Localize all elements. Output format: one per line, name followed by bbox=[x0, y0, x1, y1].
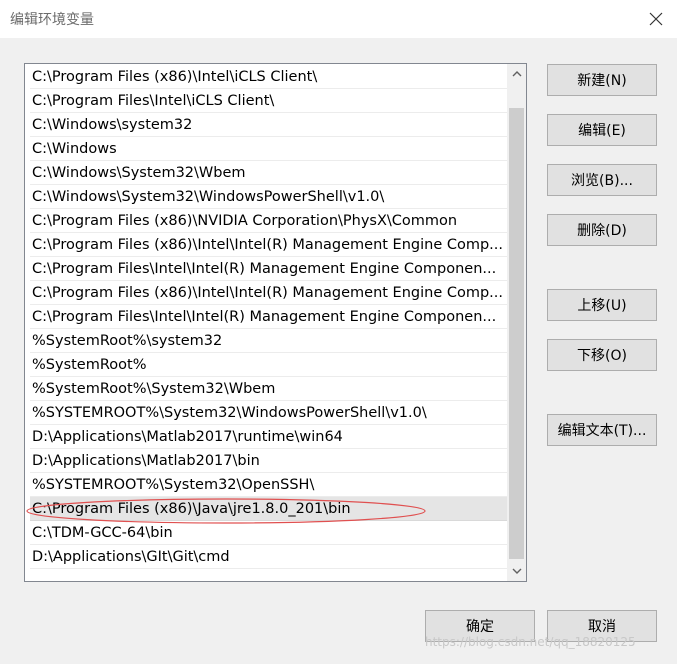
path-list-item[interactable]: %SystemRoot%\system32 bbox=[30, 329, 507, 353]
scroll-up-button[interactable] bbox=[507, 64, 526, 83]
chevron-up-icon bbox=[512, 71, 521, 77]
path-list-item[interactable]: C:\Program Files (x86)\Intel\Intel(R) Ma… bbox=[30, 233, 507, 257]
path-list-item[interactable]: C:\Program Files (x86)\NVIDIA Corporatio… bbox=[30, 209, 507, 233]
move-down-button[interactable]: 下移(O) bbox=[547, 339, 657, 371]
path-list-item[interactable]: %SYSTEMROOT%\System32\WindowsPowerShell\… bbox=[30, 401, 507, 425]
path-list-item[interactable]: C:\Program Files (x86)\Intel\iCLS Client… bbox=[30, 65, 507, 89]
watermark-text: https://blog.csdn.net/qq_18820125 bbox=[425, 635, 636, 649]
path-list-item[interactable]: C:\Windows bbox=[30, 137, 507, 161]
path-list-item[interactable]: D:\Applications\Matlab2017\bin bbox=[30, 449, 507, 473]
path-list-item[interactable]: C:\Program Files\Intel\Intel(R) Manageme… bbox=[30, 305, 507, 329]
edit-text-button[interactable]: 编辑文本(T)... bbox=[547, 414, 657, 446]
path-list-item[interactable]: D:\Applications\GIt\Git\cmd bbox=[30, 545, 507, 569]
path-list-item[interactable]: D:\Applications\Matlab2017\runtime\win64 bbox=[30, 425, 507, 449]
title-bar: 编辑环境变量 bbox=[0, 0, 677, 38]
browse-button[interactable]: 浏览(B)... bbox=[547, 164, 657, 196]
path-list: C:\Program Files (x86)\Intel\iCLS Client… bbox=[30, 65, 507, 569]
path-list-item[interactable]: C:\Program Files (x86)\Intel\Intel(R) Ma… bbox=[30, 281, 507, 305]
path-list-item[interactable]: C:\Windows\system32 bbox=[30, 113, 507, 137]
scroll-down-button[interactable] bbox=[507, 562, 526, 581]
vertical-scrollbar[interactable] bbox=[507, 64, 526, 581]
path-list-item[interactable]: C:\Program Files\Intel\iCLS Client\ bbox=[30, 89, 507, 113]
close-button[interactable] bbox=[640, 4, 672, 34]
edit-button[interactable]: 编辑(E) bbox=[547, 114, 657, 146]
path-list-item[interactable]: %SYSTEMROOT%\System32\OpenSSH\ bbox=[30, 473, 507, 497]
move-up-button[interactable]: 上移(U) bbox=[547, 289, 657, 321]
path-list-item[interactable]: C:\Program Files (x86)\Java\jre1.8.0_201… bbox=[30, 497, 507, 521]
window-title: 编辑环境变量 bbox=[10, 12, 94, 28]
path-list-item[interactable]: C:\Windows\System32\Wbem bbox=[30, 161, 507, 185]
close-icon bbox=[649, 12, 663, 26]
path-list-item[interactable]: %SystemRoot% bbox=[30, 353, 507, 377]
path-listbox[interactable]: C:\Program Files (x86)\Intel\iCLS Client… bbox=[24, 63, 527, 582]
chevron-down-icon bbox=[512, 568, 521, 574]
delete-button[interactable]: 删除(D) bbox=[547, 214, 657, 246]
path-list-item[interactable]: C:\TDM-GCC-64\bin bbox=[30, 521, 507, 545]
path-list-item[interactable]: %SystemRoot%\System32\Wbem bbox=[30, 377, 507, 401]
path-list-item[interactable]: C:\Program Files\Intel\Intel(R) Manageme… bbox=[30, 257, 507, 281]
scrollbar-thumb[interactable] bbox=[509, 108, 524, 559]
path-list-item[interactable]: C:\Windows\System32\WindowsPowerShell\v1… bbox=[30, 185, 507, 209]
new-button[interactable]: 新建(N) bbox=[547, 64, 657, 96]
